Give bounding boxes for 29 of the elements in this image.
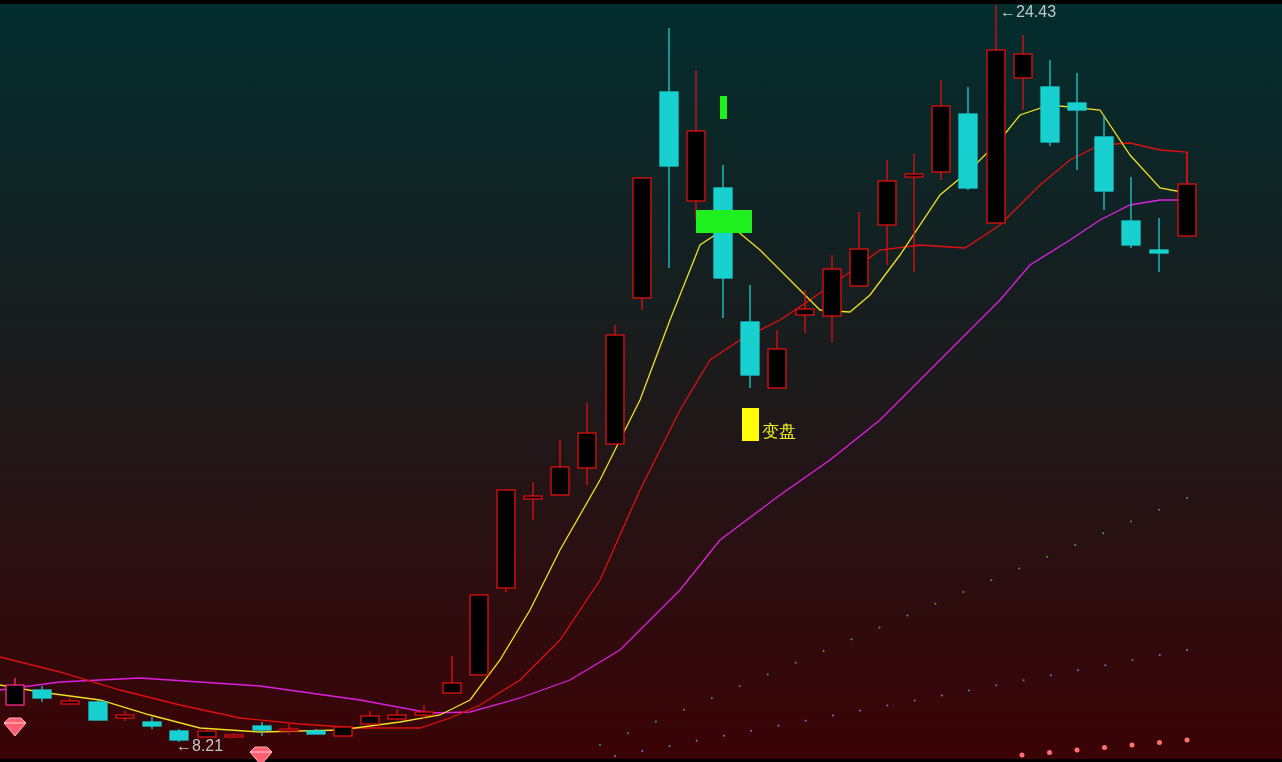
price-label: ←24.43 <box>1000 3 1057 20</box>
candlestick <box>550 439 570 496</box>
candlestick <box>795 289 815 334</box>
candlestick <box>767 329 787 389</box>
gem-icon <box>3 717 27 737</box>
signal-label: 变盘 <box>762 421 796 441</box>
candlestick <box>387 708 407 720</box>
candlestick <box>306 728 326 735</box>
candlestick <box>115 710 135 722</box>
candlestick <box>523 481 543 521</box>
candlestick <box>224 732 244 739</box>
gem-icon <box>249 746 273 762</box>
candlestick <box>197 728 217 738</box>
candlestick <box>279 723 299 735</box>
candlestick <box>333 726 353 737</box>
candlestick <box>5 677 25 706</box>
price-label: ←8.21 <box>176 737 224 754</box>
signal-bar <box>720 96 727 119</box>
candlestick <box>88 699 108 721</box>
signal-bar <box>696 210 752 233</box>
candlestick <box>252 721 272 737</box>
candlestick <box>414 704 434 720</box>
candlestick <box>1149 217 1169 273</box>
candlestick <box>142 716 162 730</box>
candlestick <box>360 710 380 725</box>
candlestick <box>32 685 52 703</box>
candlestick <box>442 655 462 694</box>
candlestick <box>60 697 80 705</box>
signal-bar <box>742 408 759 441</box>
